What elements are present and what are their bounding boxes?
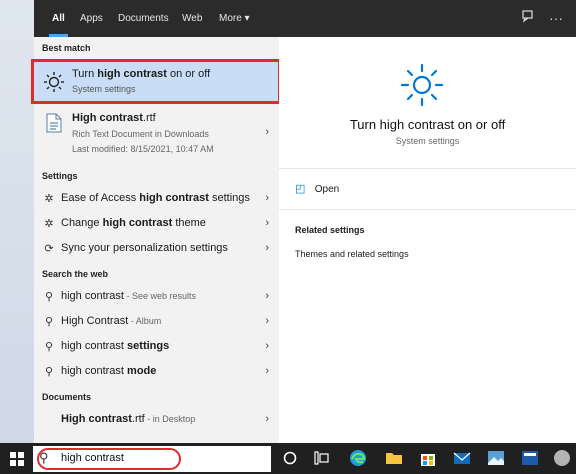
section-documents: Documents	[42, 392, 92, 402]
store-icon[interactable]	[418, 448, 438, 468]
file-modified: Last modified: 8/15/2021, 10:47 AM	[72, 144, 214, 154]
brightness-icon: ✲	[44, 193, 54, 205]
multitask-icon[interactable]	[314, 450, 334, 470]
search-icon: ⚲	[44, 341, 54, 353]
results-list: Best match Turn high contrast on or off …	[31, 37, 281, 443]
highlight-annotation-box	[31, 59, 281, 104]
section-best-match: Best match	[42, 43, 91, 53]
chevron-right-icon[interactable]: ›	[265, 126, 269, 138]
open-action[interactable]: ◰ Open	[295, 181, 339, 195]
section-search-web: Search the web	[42, 269, 109, 279]
settings-item-sync[interactable]: ⟳ Sync your personalization settings ›	[34, 237, 279, 261]
chevron-right-icon[interactable]: ›	[265, 192, 269, 204]
preview-title: Turn high contrast on or off	[349, 117, 506, 132]
settings-item-label: Ease of Access high contrast settings	[61, 192, 250, 204]
tab-web[interactable]: Web	[182, 0, 202, 37]
web-result-label: high contrast settings	[61, 340, 170, 352]
chevron-right-icon[interactable]: ›	[265, 290, 269, 302]
document-result-item[interactable]: High contrast.rtf - in Desktop ›	[34, 408, 279, 432]
desktop-background	[0, 0, 34, 443]
tab-documents[interactable]: Documents	[118, 0, 169, 37]
open-icon: ◰	[295, 183, 306, 195]
web-result-label: high contrast mode	[61, 365, 157, 377]
document-icon	[46, 113, 62, 136]
document-result-label: High contrast.rtf - in Desktop	[61, 413, 196, 425]
tab-more[interactable]: More ▾	[219, 0, 250, 37]
divider	[279, 168, 576, 169]
chevron-right-icon[interactable]: ›	[265, 315, 269, 327]
web-result-item[interactable]: ⚲ high contrast settings ›	[34, 335, 279, 359]
file-location: Rich Text Document in Downloads	[72, 129, 209, 139]
related-themes-link[interactable]: Themes and related settings	[295, 249, 409, 259]
search-icon: ⚲	[44, 291, 54, 303]
taskbar-search-box[interactable]: ⚲ high contrast	[33, 446, 271, 472]
web-result-item[interactable]: ⚲ High Contrast - Album ›	[34, 310, 279, 334]
search-icon: ⚲	[44, 366, 54, 378]
app-icon[interactable]	[520, 448, 540, 468]
related-settings-header: Related settings	[295, 225, 365, 235]
brightness-icon	[399, 62, 445, 108]
file-title: High contrast.rtf	[72, 112, 156, 124]
file-explorer-icon[interactable]	[384, 448, 404, 468]
app-icon[interactable]	[552, 448, 572, 468]
file-result-item[interactable]: High contrast.rtf Rich Text Document in …	[34, 110, 279, 158]
settings-item-ease-of-access[interactable]: ✲ Ease of Access high contrast settings …	[34, 187, 279, 211]
brightness-icon: ✲	[44, 218, 54, 230]
chevron-right-icon[interactable]: ›	[265, 365, 269, 377]
chevron-right-icon[interactable]: ›	[265, 242, 269, 254]
search-icon: ⚲	[44, 316, 54, 328]
web-result-label: high contrast - See web results	[61, 290, 197, 302]
taskbar: ⚲ high contrast	[0, 443, 576, 474]
search-filter-bar: All Apps Documents Web More ▾ ···	[34, 0, 576, 37]
chevron-right-icon[interactable]: ›	[265, 413, 269, 425]
task-view-icon[interactable]	[282, 450, 302, 470]
search-annotation-circle	[37, 448, 181, 470]
web-result-label: High Contrast - Album	[61, 315, 162, 327]
mail-icon[interactable]	[452, 448, 472, 468]
tab-all[interactable]: All	[49, 0, 68, 37]
preview-pane: Turn high contrast on or off System sett…	[279, 37, 576, 443]
more-options-icon[interactable]: ···	[547, 9, 565, 27]
settings-item-change-theme[interactable]: ✲ Change high contrast theme ›	[34, 212, 279, 236]
chevron-right-icon[interactable]: ›	[265, 340, 269, 352]
web-result-item[interactable]: ⚲ high contrast mode ›	[34, 360, 279, 384]
section-settings: Settings	[42, 171, 78, 181]
photos-icon[interactable]	[486, 448, 506, 468]
open-label: Open	[314, 184, 340, 195]
chevron-right-icon[interactable]: ›	[265, 217, 269, 229]
best-match-item[interactable]: Turn high contrast on or off System sett…	[31, 59, 281, 104]
start-search-panel: All Apps Documents Web More ▾ ··· Best m…	[31, 0, 576, 443]
sync-icon: ⟳	[44, 243, 54, 255]
windows-start-icon[interactable]	[10, 452, 24, 469]
tab-apps[interactable]: Apps	[80, 0, 103, 37]
preview-subtitle: System settings	[395, 136, 460, 146]
settings-item-label: Sync your personalization settings	[61, 242, 228, 254]
feedback-icon[interactable]	[519, 9, 537, 27]
divider	[279, 209, 576, 210]
settings-item-label: Change high contrast theme	[61, 217, 206, 229]
web-result-item[interactable]: ⚲ high contrast - See web results ›	[34, 285, 279, 309]
edge-icon[interactable]	[348, 448, 368, 468]
